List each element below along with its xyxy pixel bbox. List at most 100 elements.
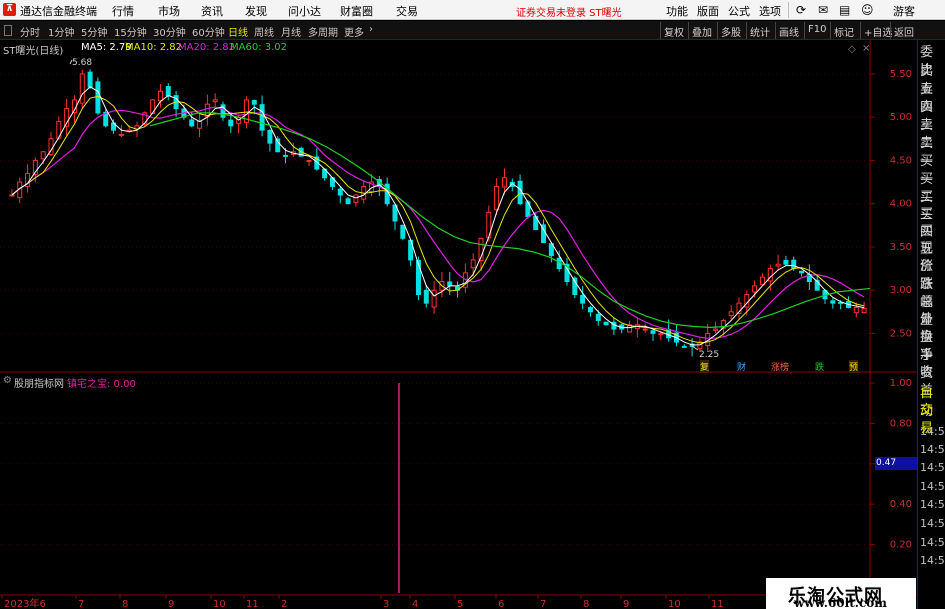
menu-bar: ⊼ 通达信金融终端 行情 市场 资讯 发现 问小达 财富圈 交易 证券交易未登录… — [0, 0, 945, 20]
sub-grid — [0, 373, 871, 609]
period-multi[interactable]: 多周期 — [308, 24, 338, 39]
event-marker-yu[interactable]: 预 — [849, 360, 859, 373]
period-1min[interactable]: 1分钟 — [48, 24, 74, 39]
settings-icon[interactable]: ⚙ — [3, 375, 12, 386]
candle-body — [642, 328, 648, 331]
guest-label[interactable]: 游客 — [893, 3, 915, 19]
main-grid — [0, 40, 917, 373]
menu-wealth[interactable]: 财富圈 — [340, 3, 373, 19]
candle-body — [353, 194, 359, 203]
mark-button[interactable]: 标记 — [830, 22, 857, 39]
candle-body — [251, 100, 257, 105]
candle-body — [447, 281, 453, 287]
tick-time: 14:56 — [920, 461, 945, 474]
candle-body — [728, 311, 734, 317]
candle-body — [861, 307, 867, 314]
event-marker-cai[interactable]: 财 — [737, 360, 746, 373]
candle-body — [587, 306, 593, 313]
tick-time: 14:56 — [920, 443, 945, 456]
x-tick-label: 2 — [281, 599, 287, 609]
candle-body — [189, 119, 195, 127]
y-tick-label: 3.50 — [890, 242, 912, 253]
diamond-icon[interactable]: ◇ — [848, 44, 856, 55]
ma10-line — [11, 95, 865, 344]
menu-ask[interactable]: 问小达 — [288, 3, 321, 19]
period-daily[interactable]: 日线 — [228, 24, 248, 39]
candle-body — [259, 104, 265, 131]
close-pane-icon[interactable]: × — [862, 43, 870, 54]
tick-time: 14:56 — [920, 554, 945, 567]
menu-news[interactable]: 资讯 — [201, 3, 223, 19]
ma5-line — [11, 86, 865, 346]
candle-body — [79, 73, 85, 104]
period-intraday[interactable]: 分时 — [20, 24, 40, 39]
draw-button[interactable]: 画线 — [775, 22, 802, 39]
y-tick-label: 4.00 — [890, 199, 912, 210]
candle-body — [494, 185, 500, 211]
menu-market[interactable]: 市场 — [158, 3, 180, 19]
event-marker-zhangbang[interactable]: 涨榜 — [771, 360, 789, 373]
candle-body — [431, 289, 437, 308]
sub-y-tick-label: 0.20 — [890, 540, 912, 551]
y-tick-label: 4.50 — [890, 155, 912, 166]
chart-icon[interactable]: ▤ — [839, 3, 850, 17]
stats-button[interactable]: 统计 — [746, 22, 773, 39]
event-marker-fu[interactable]: 复 — [700, 360, 710, 373]
candle-body — [603, 321, 609, 326]
period-monthly[interactable]: 月线 — [281, 24, 301, 39]
back-button[interactable]: 返回 — [890, 22, 917, 39]
candle-body — [157, 90, 163, 102]
menu-quotes[interactable]: 行情 — [112, 3, 134, 19]
user-icon[interactable]: ☺ — [861, 3, 874, 17]
period-5min[interactable]: 5分钟 — [81, 24, 107, 39]
candle-body — [40, 151, 46, 160]
candlestick-chart[interactable]: 5.50 5.00 4.50 4.00 3.50 3.00 2.50 — [0, 40, 917, 373]
y-tick-label: 5.50 — [890, 69, 912, 80]
candle-body — [423, 289, 429, 304]
high-price-label: 5.68 — [72, 58, 93, 68]
x-tick-label: 11 — [246, 599, 259, 609]
chart-title: ST曙光(日线) — [3, 46, 64, 57]
menu-layout[interactable]: 版面 — [697, 3, 719, 19]
x-tick-label: 3 — [383, 599, 389, 609]
candle-body — [283, 154, 289, 157]
indicator-chart[interactable]: 1.000.800.600.400.20 2023年67891011234567… — [0, 373, 917, 609]
ma20-label: MA20: 2.82 — [178, 42, 236, 53]
login-notice[interactable]: 证券交易未登录 ST曙光 — [516, 4, 622, 19]
menu-functions[interactable]: 功能 — [666, 3, 688, 19]
period-60min[interactable]: 60分钟 — [192, 24, 225, 39]
candle-body — [752, 285, 758, 293]
multi-stock-button[interactable]: 多股 — [717, 22, 744, 39]
period-15min[interactable]: 15分钟 — [114, 24, 147, 39]
menu-formula[interactable]: 公式 — [728, 3, 750, 19]
app-logo-icon: ⊼ — [3, 3, 16, 16]
x-tick-label: 10 — [213, 599, 226, 609]
period-weekly[interactable]: 周线 — [254, 24, 274, 39]
mail-icon[interactable]: ✉ — [818, 3, 828, 17]
chevron-right-icon[interactable]: › — [369, 24, 373, 35]
candle-body — [197, 121, 203, 129]
x-tick-label: 2023年6 — [4, 597, 46, 609]
candle-body — [400, 224, 406, 239]
menu-options[interactable]: 选项 — [759, 3, 781, 19]
candle-body — [337, 188, 343, 196]
ma20-line — [11, 106, 865, 339]
overlay-button[interactable]: 叠加 — [688, 22, 715, 39]
adjust-button[interactable]: 复权 — [660, 22, 687, 39]
event-marker-die[interactable]: 跌 — [815, 360, 824, 373]
period-30min[interactable]: 30分钟 — [153, 24, 186, 39]
x-tick-label: 8 — [583, 599, 589, 609]
low-price-label: 2.25 — [699, 350, 720, 360]
indicator-source: 股朋指标网 — [14, 379, 64, 390]
sub-y-tick-label: 0.80 — [890, 418, 912, 429]
period-more[interactable]: 更多 — [344, 24, 364, 39]
menu-discover[interactable]: 发现 — [245, 3, 267, 19]
candle-body — [87, 71, 93, 88]
expand-panel-button[interactable] — [4, 25, 12, 36]
restore-icon[interactable]: ⟳ — [796, 3, 806, 17]
ma10-label: MA10: 2.82 — [125, 42, 183, 53]
menu-trade[interactable]: 交易 — [396, 3, 418, 19]
candle-body — [658, 332, 664, 335]
candle-body — [470, 259, 476, 269]
f10-button[interactable]: F10 — [804, 22, 829, 39]
